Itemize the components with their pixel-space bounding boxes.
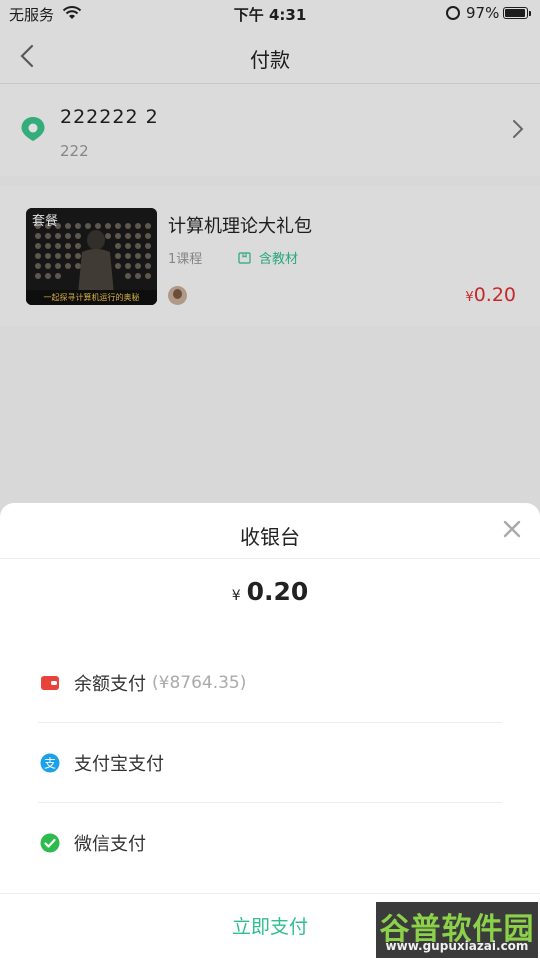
site-watermark: 谷普软件园 www.gupuxiazai.com <box>376 902 538 958</box>
balance-amount: (¥8764.35) <box>152 672 247 693</box>
wechat-pay-icon <box>40 833 60 852</box>
payment-amount: ¥0.20 <box>0 577 540 606</box>
pay-option-label: 微信支付 <box>74 833 146 855</box>
wallet-icon <box>41 675 59 690</box>
alipay-icon: 支 <box>40 753 60 772</box>
cashier-sheet: 收银台 ¥0.20 余额支付 (¥8764.35) 支 支付宝支付 微信支付 立… <box>0 503 540 960</box>
pay-option-wechat[interactable]: 微信支付 <box>38 803 502 882</box>
amount-currency: ¥ <box>231 588 241 604</box>
watermark-url: www.gupuxiazai.com <box>385 939 529 953</box>
svg-text:支: 支 <box>44 756 56 770</box>
pay-option-label: 余额支付 <box>74 673 146 695</box>
divider <box>0 558 540 559</box>
pay-option-label: 支付宝支付 <box>74 753 164 775</box>
pay-option-alipay[interactable]: 支 支付宝支付 <box>38 723 502 802</box>
close-icon[interactable] <box>500 517 524 541</box>
cashier-title: 收银台 <box>240 525 300 549</box>
pay-option-balance[interactable]: 余额支付 (¥8764.35) <box>38 643 502 722</box>
amount-value: 0.20 <box>246 577 309 606</box>
